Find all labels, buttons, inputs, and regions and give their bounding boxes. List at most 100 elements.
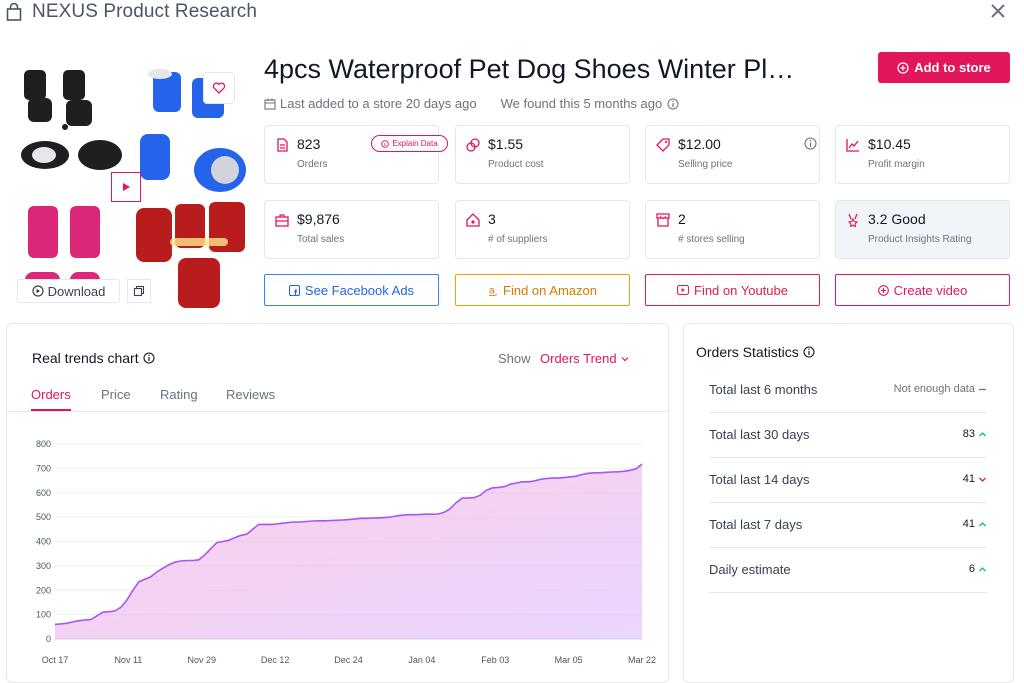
metric-card-profit-margin: $10.45 Profit margin <box>835 125 1010 184</box>
stat-row: Total last 14 days 41 <box>709 458 987 503</box>
info-icon[interactable] <box>803 346 815 358</box>
metric-value: 2 <box>678 211 686 227</box>
stat-row: Total last 6 months Not enough data <box>709 368 987 413</box>
facebook-icon <box>288 284 300 296</box>
metric-label: # of suppliers <box>488 234 548 245</box>
arrow-up-icon <box>979 431 986 436</box>
arrow-down-icon <box>979 477 986 482</box>
stat-value: 41 <box>962 473 975 485</box>
see-facebook-ads-button[interactable]: See Facebook Ads <box>264 274 439 306</box>
heart-icon <box>212 82 226 94</box>
close-icon[interactable] <box>988 1 1008 21</box>
add-to-store-button[interactable]: Add to store <box>878 52 1010 83</box>
award-icon <box>847 213 859 227</box>
product-meta: Last added to a store 20 days ago We fou… <box>264 96 679 111</box>
tab-reviews[interactable]: Reviews <box>226 387 275 409</box>
y-tick-label: 600 <box>36 488 51 498</box>
create-video-button[interactable]: Create video <box>835 274 1010 306</box>
y-tick-label: 200 <box>36 585 51 595</box>
y-tick-label: 700 <box>36 463 51 473</box>
download-icon <box>31 285 44 297</box>
info-icon <box>381 139 390 148</box>
metric-label: Total sales <box>297 234 345 245</box>
trend-up-icon <box>846 139 859 152</box>
info-icon[interactable] <box>667 98 679 110</box>
product-title: 4pcs Waterproof Pet Dog Shoes Winter Pl… <box>264 54 795 84</box>
stat-value: 83 <box>962 428 975 440</box>
tab-rating[interactable]: Rating <box>160 387 198 409</box>
document-icon <box>277 138 288 152</box>
arrow-up-icon <box>979 566 986 571</box>
youtube-icon <box>677 285 689 295</box>
metric-value: $12.00 <box>678 136 721 152</box>
app-title: NEXUS Product Research <box>32 1 258 22</box>
amazon-icon: a <box>488 285 498 296</box>
metric-label: Product cost <box>488 159 544 170</box>
show-label: Show <box>498 351 531 366</box>
explain-data-label: Explain Data <box>392 139 438 148</box>
trends-title: Real trends chart <box>32 350 139 366</box>
metric-card-orders: 823 Orders Explain Data <box>264 125 448 184</box>
stat-label: Total last 30 days <box>709 427 810 442</box>
stat-label: Total last 7 days <box>709 517 803 532</box>
coins-icon <box>466 138 480 152</box>
modal-header: NEXUS Product Research <box>0 0 1024 26</box>
y-tick-label: 500 <box>36 512 51 522</box>
stat-value-wrap: 6 <box>969 563 987 575</box>
stat-row: Daily estimate 6 <box>709 548 987 593</box>
x-tick-label: Nov 29 <box>187 655 216 665</box>
stat-row: Total last 30 days 83 <box>709 413 987 458</box>
trend-type-select[interactable]: Orders Trend <box>540 351 629 366</box>
action-label: Create video <box>893 282 968 298</box>
stat-value: 6 <box>968 563 975 575</box>
plus-circle-icon <box>897 61 909 74</box>
download-label: Download <box>47 283 106 299</box>
x-tick-label: Jan 04 <box>408 655 435 665</box>
favorite-button[interactable] <box>203 72 235 104</box>
stat-value-wrap: 83 <box>963 428 987 440</box>
tab-price[interactable]: Price <box>101 387 131 409</box>
y-tick-label: 0 <box>46 634 51 644</box>
y-tick-label: 400 <box>36 537 51 547</box>
add-to-store-label: Add to store <box>914 60 991 75</box>
copy-button[interactable] <box>127 279 151 303</box>
info-icon[interactable] <box>143 352 155 364</box>
chevron-down-icon <box>621 356 629 361</box>
play-video-button[interactable] <box>111 172 141 202</box>
find-on-youtube-button[interactable]: Find on Youtube <box>645 274 820 306</box>
copy-icon <box>133 285 145 297</box>
play-icon <box>123 183 130 191</box>
trends-title-wrap: Real trends chart <box>32 350 155 366</box>
orders-statistics-panel: Orders Statistics Total last 6 months Not… <box>683 323 1014 683</box>
info-icon[interactable] <box>804 137 817 150</box>
metric-value: $10.45 <box>868 136 911 152</box>
action-label: Find on Amazon <box>503 282 597 298</box>
metric-card-product-cost: $1.55 Product cost <box>455 125 630 184</box>
explain-data-button[interactable]: Explain Data <box>371 135 448 152</box>
download-button[interactable]: Download <box>17 279 120 303</box>
metric-card-suppliers: 3 # of suppliers <box>455 200 630 259</box>
stat-value: Not enough data <box>893 383 975 395</box>
briefcase-icon <box>275 214 289 227</box>
plus-circle-icon <box>877 284 889 296</box>
stat-label: Total last 6 months <box>709 382 818 397</box>
store-icon <box>656 213 670 227</box>
stats-title: Orders Statistics <box>696 344 799 360</box>
tab-orders[interactable]: Orders <box>31 387 71 411</box>
find-on-amazon-button[interactable]: a Find on Amazon <box>455 274 630 306</box>
x-tick-label: Oct 17 <box>42 655 69 665</box>
x-tick-label: Dec 12 <box>261 655 290 665</box>
x-tick-label: Mar 22 <box>628 655 656 665</box>
y-tick-label: 300 <box>36 561 51 571</box>
metric-label: Selling price <box>678 159 733 170</box>
home-icon <box>466 213 480 227</box>
stat-value: 41 <box>962 518 975 530</box>
trend-tabs: Orders Price Rating Reviews <box>7 386 668 412</box>
last-added-text: Last added to a store 20 days ago <box>280 96 477 111</box>
metric-label: # stores selling <box>678 234 745 245</box>
metric-value: 3.2 Good <box>868 211 926 227</box>
found-text: We found this 5 months ago <box>500 96 663 111</box>
trends-panel: Real trends chart Show Orders Trend Orde… <box>6 323 669 683</box>
metric-label: Product Insights Rating <box>868 234 972 245</box>
stat-label: Daily estimate <box>709 562 791 577</box>
